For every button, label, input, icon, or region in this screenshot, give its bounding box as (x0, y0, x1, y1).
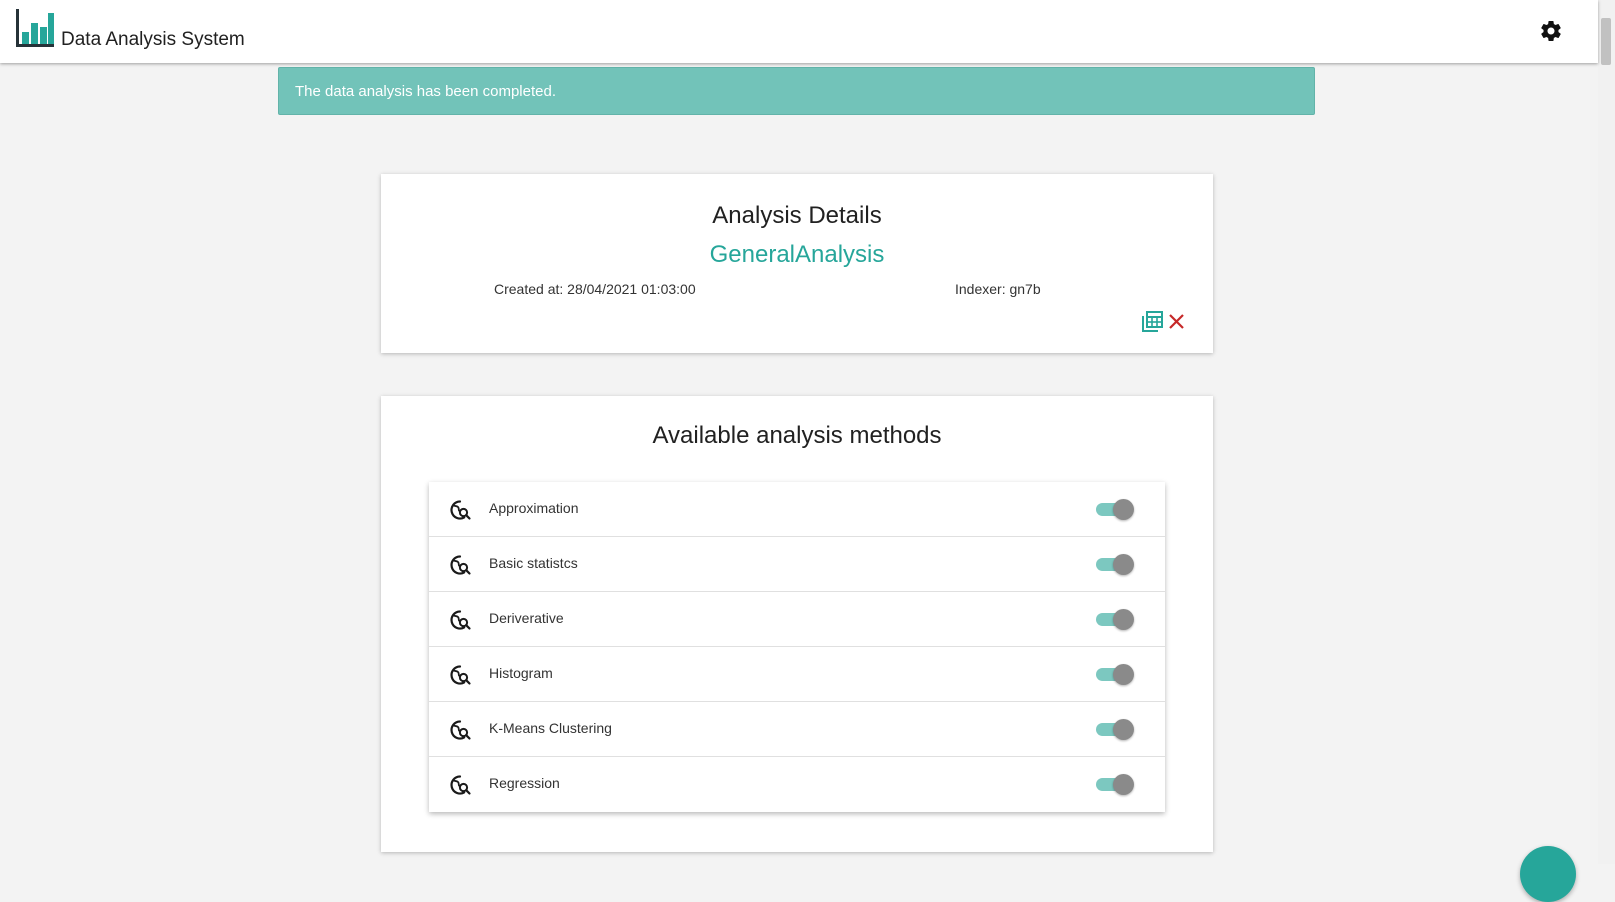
created-at: Created at: 28/04/2021 01:03:00 (494, 281, 696, 297)
globe-search-icon (448, 663, 472, 687)
method-row: K-Means Clustering (429, 702, 1165, 757)
globe-search-icon (448, 718, 472, 742)
toggle-knob (1113, 499, 1134, 520)
method-toggle[interactable] (1096, 497, 1136, 521)
analysis-details-card: Analysis Details GeneralAnalysis Created… (381, 174, 1213, 353)
method-toggle[interactable] (1096, 772, 1136, 796)
method-row: Regression (429, 757, 1165, 812)
method-toggle[interactable] (1096, 607, 1136, 631)
method-label: Deriverative (489, 610, 564, 626)
scrollbar[interactable] (1598, 0, 1615, 864)
method-toggle[interactable] (1096, 552, 1136, 576)
globe-search-icon (448, 553, 472, 577)
method-row: Approximation (429, 482, 1165, 537)
method-toggle[interactable] (1096, 662, 1136, 686)
app-header: Data Analysis System (0, 0, 1598, 63)
bar-chart-icon (16, 9, 54, 47)
method-row: Basic statistcs (429, 537, 1165, 592)
toggle-knob (1113, 774, 1134, 795)
app-title: Data Analysis System (61, 29, 245, 50)
toggle-knob (1113, 554, 1134, 575)
globe-search-icon (448, 498, 472, 522)
toggle-knob (1113, 609, 1134, 630)
method-row: Deriverative (429, 592, 1165, 647)
method-label: K-Means Clustering (489, 720, 612, 736)
method-row: Histogram (429, 647, 1165, 702)
method-label: Regression (489, 775, 560, 791)
details-title: Analysis Details (712, 202, 882, 229)
toggle-knob (1113, 719, 1134, 740)
globe-search-icon (448, 608, 472, 632)
success-alert: The data analysis has been completed. (278, 67, 1315, 115)
scrollbar-thumb[interactable] (1601, 18, 1611, 65)
close-icon[interactable] (1168, 313, 1185, 330)
method-label: Approximation (489, 500, 579, 516)
analysis-methods-card: Available analysis methods Approximation… (381, 396, 1213, 852)
analysis-name: GeneralAnalysis (709, 241, 885, 268)
table-export-icon[interactable] (1142, 311, 1163, 332)
indexer: Indexer: gn7b (955, 281, 1041, 297)
methods-title: Available analysis methods (652, 422, 942, 449)
method-list: Approximation Basic statistcs Deriverative… (429, 482, 1165, 812)
method-toggle[interactable] (1096, 717, 1136, 741)
method-label: Basic statistcs (489, 555, 578, 571)
fab-button[interactable] (1520, 846, 1576, 902)
globe-search-icon (448, 773, 472, 797)
method-label: Histogram (489, 665, 553, 681)
gear-icon[interactable] (1539, 19, 1563, 43)
toggle-knob (1113, 664, 1134, 685)
alert-message: The data analysis has been completed. (295, 83, 556, 100)
